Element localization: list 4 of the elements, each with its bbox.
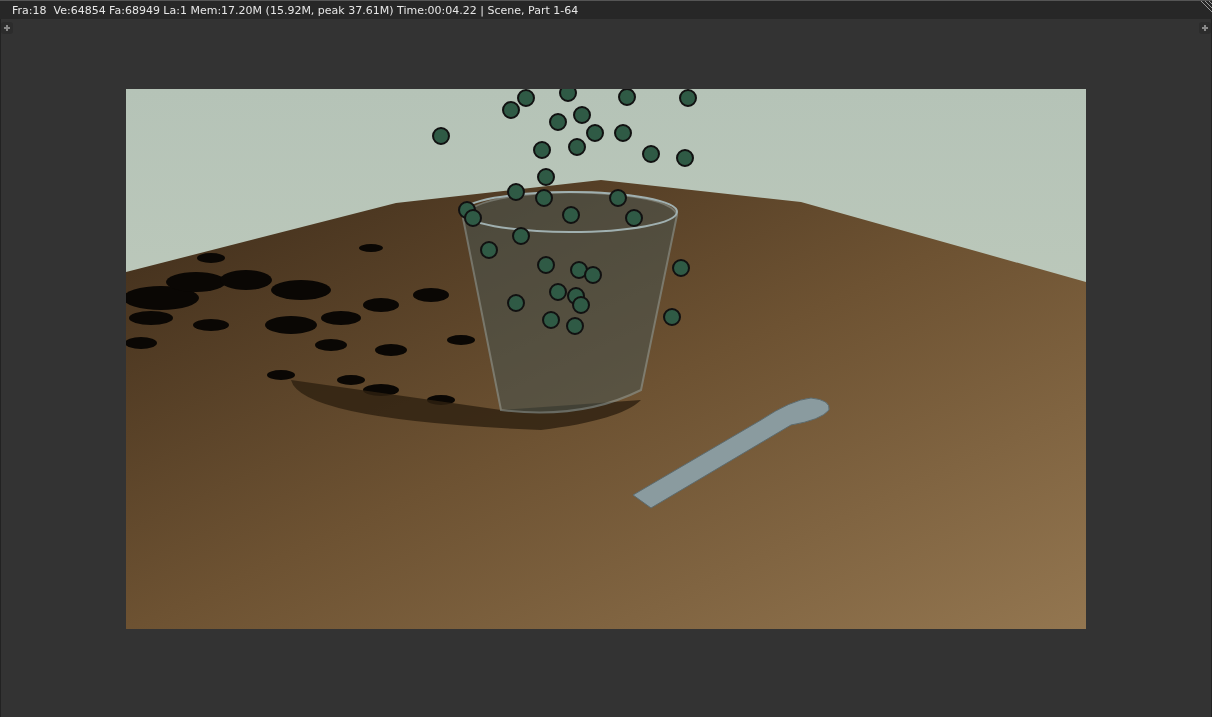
plus-icon[interactable]	[1199, 22, 1211, 34]
plus-icon[interactable]	[1, 22, 13, 34]
render-stats: Fra:18 Ve:64854 Fa:68949 La:1 Mem:17.20M (15.92M, peak 37.61M) Time:00:04.22 | Scene, Part 1-64	[12, 3, 579, 17]
resize-corner-icon[interactable]	[1198, 1, 1212, 15]
